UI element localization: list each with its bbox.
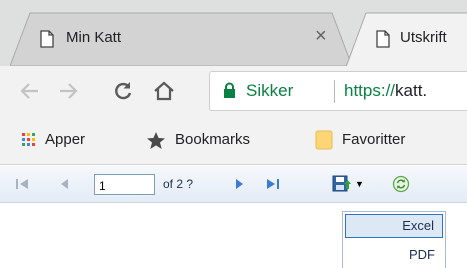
reload-icon xyxy=(115,82,132,100)
report-viewer-toolbar: of 2 ? ▼ xyxy=(0,166,467,203)
url-host: katt. xyxy=(395,81,428,100)
export-button[interactable]: ▼ xyxy=(332,173,366,195)
export-option-pdf[interactable]: PDF xyxy=(345,243,443,267)
address-bar[interactable]: Sikker https://katt. xyxy=(209,71,467,111)
next-page-icon xyxy=(236,179,243,189)
secure-label: Sikker xyxy=(246,81,294,100)
bookmark-label: Apper xyxy=(45,131,86,148)
chevron-down-icon: ▼ xyxy=(355,179,364,189)
divider xyxy=(334,80,335,103)
page-number-input[interactable] xyxy=(94,174,155,195)
bookmark-label: Bookmarks xyxy=(175,131,251,148)
bookmark-bookmarks[interactable]: Bookmarks xyxy=(146,130,250,150)
tab-shape xyxy=(10,12,352,66)
back-button[interactable] xyxy=(13,74,47,108)
next-page-button[interactable] xyxy=(232,176,248,192)
refresh-button[interactable] xyxy=(392,175,410,193)
bookmark-label: Favoritter xyxy=(342,131,406,148)
forward-button[interactable] xyxy=(51,74,85,108)
bookmark-favoritter[interactable]: Favoritter xyxy=(315,130,405,150)
home-icon xyxy=(154,81,174,101)
first-page-icon xyxy=(16,179,28,189)
arrow-left-icon xyxy=(20,83,38,99)
tab-title: Utskrift xyxy=(400,29,447,46)
url-scheme: https:// xyxy=(344,81,396,100)
arrow-right-icon xyxy=(60,83,78,99)
export-option-excel[interactable]: Excel xyxy=(345,214,443,238)
previous-page-button[interactable] xyxy=(56,176,72,192)
lock-icon xyxy=(224,82,235,98)
previous-page-icon xyxy=(61,179,68,189)
tab-strip: Min Katt × Utskrift xyxy=(0,0,467,67)
tab-min-katt[interactable]: Min Katt × xyxy=(10,12,352,66)
last-page-button[interactable] xyxy=(265,176,281,192)
close-icon[interactable]: × xyxy=(315,25,327,48)
home-button[interactable] xyxy=(147,74,181,108)
page-count-label: of 2 ? xyxy=(163,177,194,191)
star-icon xyxy=(147,131,165,149)
reload-button[interactable] xyxy=(106,74,140,108)
bookmark-apper[interactable]: Apper xyxy=(22,130,85,150)
tab-utskrift[interactable]: Utskrift xyxy=(346,12,467,67)
folder-icon xyxy=(315,130,333,150)
last-page-icon xyxy=(267,179,279,189)
export-dropdown-menu: Excel PDF xyxy=(342,211,446,268)
url-text[interactable]: https://katt. xyxy=(344,81,427,101)
first-page-button[interactable] xyxy=(14,176,30,192)
save-disk-icon xyxy=(332,175,351,192)
refresh-icon xyxy=(392,175,410,193)
apps-grid-icon xyxy=(22,133,35,146)
tab-title: Min Katt xyxy=(66,29,122,46)
document-icon xyxy=(40,30,54,48)
document-icon xyxy=(376,30,390,48)
bookmarks-bar: Apper Bookmarks Favoritter xyxy=(0,116,467,165)
